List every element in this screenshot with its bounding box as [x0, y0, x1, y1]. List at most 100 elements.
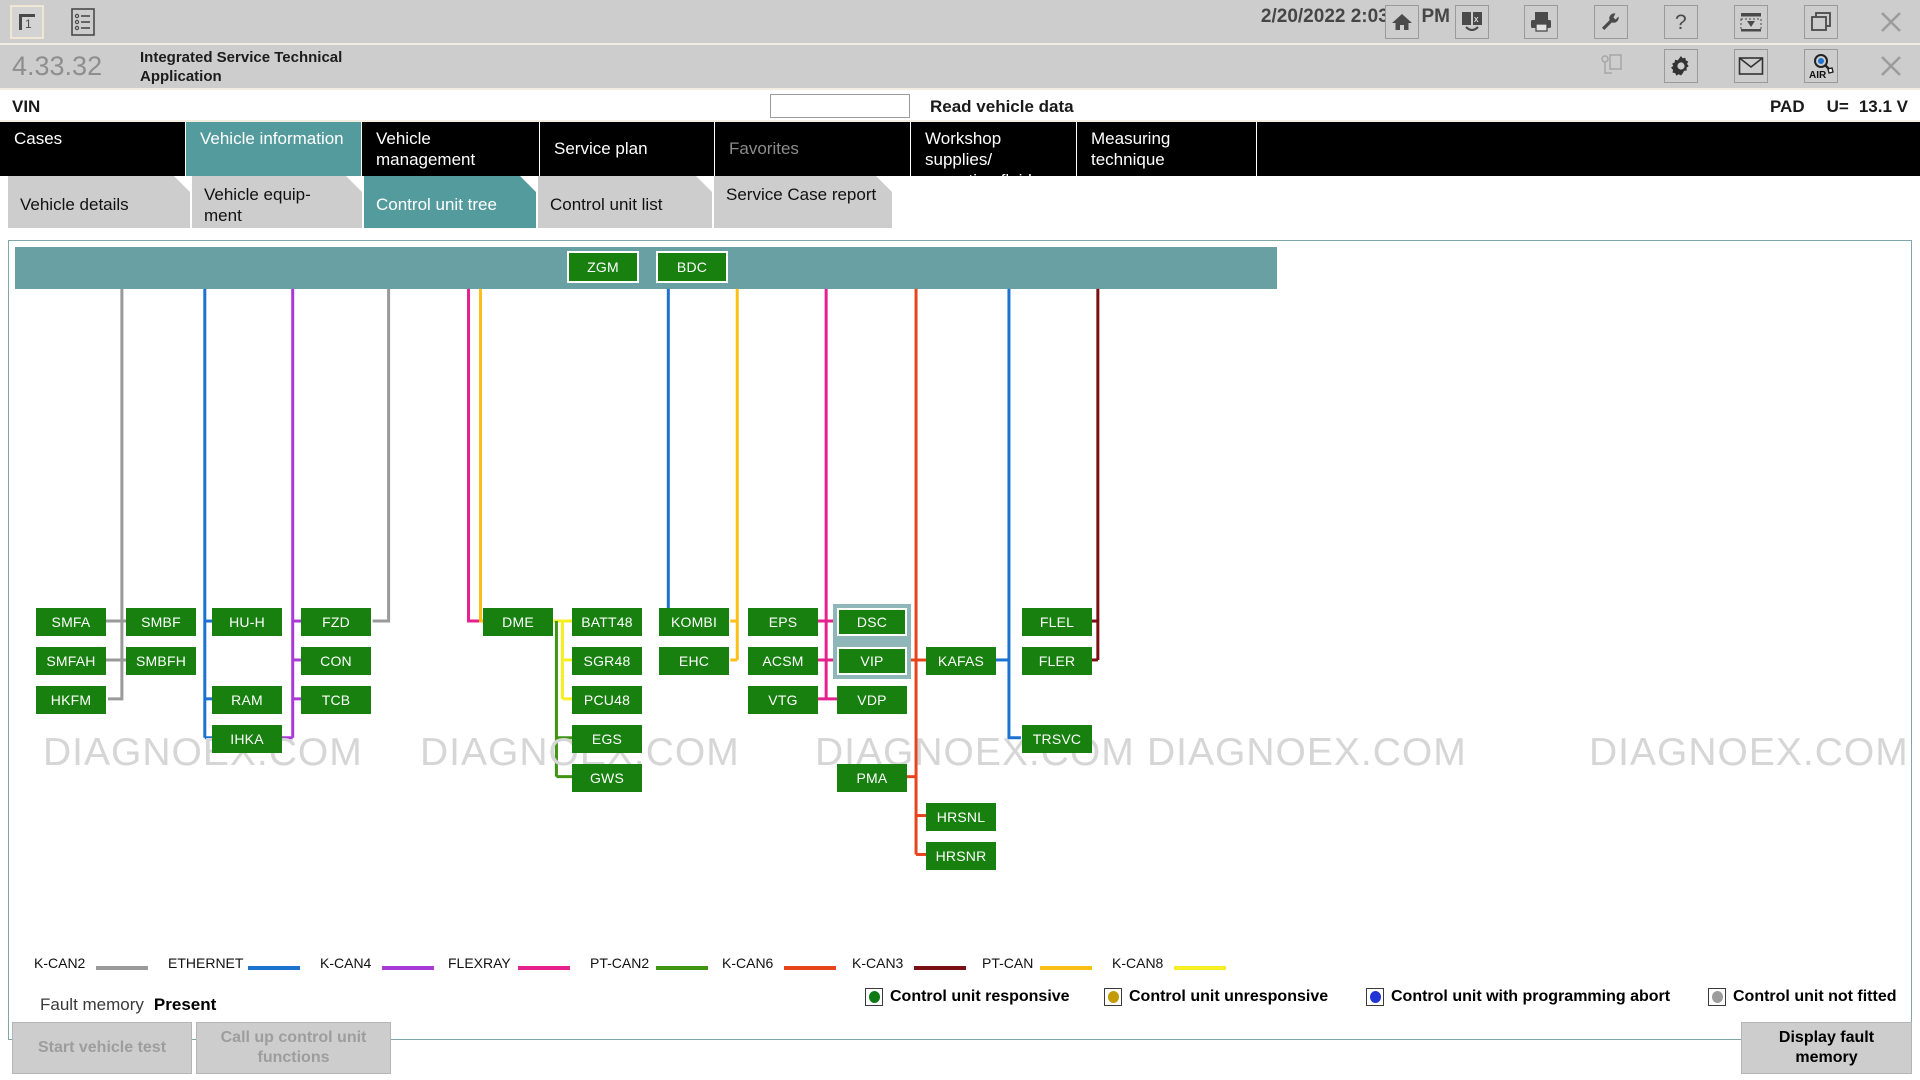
- close-view-icon[interactable]: [1874, 49, 1908, 83]
- nav-tab-service-plan[interactable]: Service plan: [540, 122, 715, 176]
- restore-window-icon[interactable]: [1804, 5, 1838, 39]
- bus-legend-line-flexray: [518, 966, 570, 970]
- tree-node-acsm[interactable]: ACSM: [748, 647, 818, 675]
- voltage-value: 13.1 V: [1858, 97, 1908, 116]
- control-unit-status-legend: Control unit responsive Control unit unr…: [0, 988, 1920, 1014]
- vin-label: VIN: [12, 97, 41, 116]
- nav-tab-favorites[interactable]: Favorites: [715, 122, 911, 176]
- tree-node-gws[interactable]: GWS: [572, 764, 642, 792]
- tree-node-pma[interactable]: PMA: [837, 764, 907, 792]
- bus-legend-label-k-can6: K-CAN6: [722, 955, 774, 971]
- tree-node-vip[interactable]: VIP: [837, 647, 907, 675]
- tree-node-egs[interactable]: EGS: [572, 725, 642, 753]
- tab-vehicle-details[interactable]: Vehicle details: [8, 176, 190, 228]
- tree-node-con[interactable]: CON: [301, 647, 371, 675]
- tree-node-dsc[interactable]: DSC: [837, 608, 907, 636]
- legend-control-unit-programming-abort: Control unit with programming abort: [1366, 988, 1670, 1006]
- tree-node-sgr48[interactable]: SGR48: [572, 647, 642, 675]
- status-swatch-responsive: [865, 988, 883, 1006]
- bus-legend-line-k-can2: [96, 966, 148, 970]
- tree-node-kombi[interactable]: KOMBI: [659, 608, 729, 636]
- vin-input[interactable]: [770, 94, 910, 118]
- tree-node-fzd[interactable]: FZD: [301, 608, 371, 636]
- pad-label: PAD: [1769, 97, 1805, 116]
- tree-node-vdp[interactable]: VDP: [837, 686, 907, 714]
- read-vehicle-data-label: Read vehicle data: [930, 97, 1074, 116]
- tab-vehicle-equipment[interactable]: Vehicle equip- ment: [192, 176, 362, 228]
- tree-connector-lines: [105, 288, 1100, 856]
- nav-tab-vehicle-information[interactable]: Vehicle information: [186, 122, 362, 176]
- home-icon[interactable]: [1385, 5, 1419, 39]
- tree-node-tcb[interactable]: TCB: [301, 686, 371, 714]
- tab-control-unit-tree[interactable]: Control unit tree: [364, 176, 536, 228]
- version-label: 4.33.32: [12, 51, 103, 81]
- tree-node-ehc[interactable]: EHC: [659, 647, 729, 675]
- call-up-control-unit-functions-button[interactable]: Call up control unit functions: [196, 1022, 391, 1074]
- tree-node-pcu48[interactable]: PCU48: [572, 686, 642, 714]
- nav-tab-measuring-technique[interactable]: Measuring technique: [1077, 122, 1257, 176]
- bus-legend-label-pt-can2: PT-CAN2: [590, 955, 650, 971]
- bus-legend-line-pt-can2: [656, 966, 708, 970]
- list-view-button[interactable]: [66, 5, 100, 39]
- legend-label-responsive: Control unit responsive: [890, 988, 1070, 1005]
- tree-node-dme[interactable]: DME: [483, 608, 553, 636]
- svg-text:x: x: [1474, 14, 1479, 24]
- bus-legend-line-pt-can: [1040, 966, 1092, 970]
- bus-legend-line-k-can4: [382, 966, 434, 970]
- tree-node-ram[interactable]: RAM: [212, 686, 282, 714]
- ista-application-window: 1 2/20/2022 2:03:40 PM x ? 4.33.32 Integ…: [0, 0, 1920, 1080]
- tree-node-bdc[interactable]: BDC: [656, 251, 728, 283]
- tree-node-vtg[interactable]: VTG: [748, 686, 818, 714]
- tree-node-batt48[interactable]: BATT48: [572, 608, 642, 636]
- sub-navigation: Vehicle details Vehicle equip- ment Cont…: [0, 176, 1920, 232]
- tree-node-hrsnr[interactable]: HRSNR: [926, 842, 996, 870]
- svg-text:1: 1: [25, 17, 32, 31]
- wrench-icon[interactable]: [1594, 5, 1628, 39]
- svg-text:AIR: AIR: [1809, 70, 1827, 80]
- tree-node-zgm[interactable]: ZGM: [567, 251, 639, 283]
- tree-node-hkfm[interactable]: HKFM: [36, 686, 106, 714]
- tree-node-hrsnl[interactable]: HRSNL: [926, 803, 996, 831]
- close-window-icon[interactable]: [1874, 5, 1908, 39]
- start-vehicle-test-button[interactable]: Start vehicle test: [12, 1022, 192, 1074]
- air-zoom-icon[interactable]: AIR: [1804, 49, 1838, 83]
- nav-tab-workshop-supplies[interactable]: Workshop supplies/ operating fluids: [911, 122, 1077, 190]
- tree-node-eps[interactable]: EPS: [748, 608, 818, 636]
- bus-legend-line-k-can8: [1174, 966, 1226, 970]
- status-swatch-programming-abort: [1366, 988, 1384, 1006]
- tree-node-ihka[interactable]: IHKA: [212, 725, 282, 753]
- status-swatch-not-fitted: [1708, 988, 1726, 1006]
- bus-legend-label-k-can4: K-CAN4: [320, 955, 372, 971]
- vin-bar: VIN Read vehicle data PAD U= 13.1 V: [0, 90, 1920, 122]
- legend-label-not-fitted: Control unit not fitted: [1733, 988, 1897, 1005]
- tree-node-kafas[interactable]: KAFAS: [926, 647, 996, 675]
- bus-legend-label-k-can3: K-CAN3: [852, 955, 904, 971]
- tab-service-case-report[interactable]: Service Case report: [714, 176, 892, 228]
- print-icon[interactable]: [1524, 5, 1558, 39]
- tree-node-smfa[interactable]: SMFA: [36, 608, 106, 636]
- close-session-icon[interactable]: x: [1455, 5, 1489, 39]
- bus-legend-line-ethernet: [248, 966, 300, 970]
- session-1-button[interactable]: 1: [10, 5, 44, 39]
- page-title: Integrated Service Technical Application: [140, 49, 343, 85]
- tree-node-fler[interactable]: FLER: [1022, 647, 1092, 675]
- tree-node-smbf[interactable]: SMBF: [126, 608, 196, 636]
- tree-node-flel[interactable]: FLEL: [1022, 608, 1092, 636]
- control-unit-tree-panel: DIAGNOEX.COM DIAGNOEX.COM DIAGNOEX.COM D…: [8, 240, 1912, 1040]
- mail-icon[interactable]: [1734, 49, 1768, 83]
- nav-tab-vehicle-management[interactable]: Vehicle management: [362, 122, 540, 176]
- nav-tab-cases[interactable]: Cases: [0, 122, 186, 176]
- tree-node-smfah[interactable]: SMFAH: [36, 647, 106, 675]
- tree-node-trsvc[interactable]: TRSVC: [1022, 725, 1092, 753]
- minimize-window-icon[interactable]: [1734, 5, 1768, 39]
- document-link-icon[interactable]: [1594, 49, 1628, 83]
- help-icon[interactable]: ?: [1664, 5, 1698, 39]
- bus-legend-label-k-can8: K-CAN8: [1112, 955, 1164, 971]
- tree-node-hu-h[interactable]: HU-H: [212, 608, 282, 636]
- display-fault-memory-button[interactable]: Display fault memory: [1741, 1022, 1912, 1074]
- tab-control-unit-list[interactable]: Control unit list: [538, 176, 712, 228]
- tree-node-smbfh[interactable]: SMBFH: [126, 647, 196, 675]
- bus-legend-label-k-can2: K-CAN2: [34, 955, 86, 971]
- status-swatch-unresponsive: [1104, 988, 1122, 1006]
- gear-icon[interactable]: [1664, 49, 1698, 83]
